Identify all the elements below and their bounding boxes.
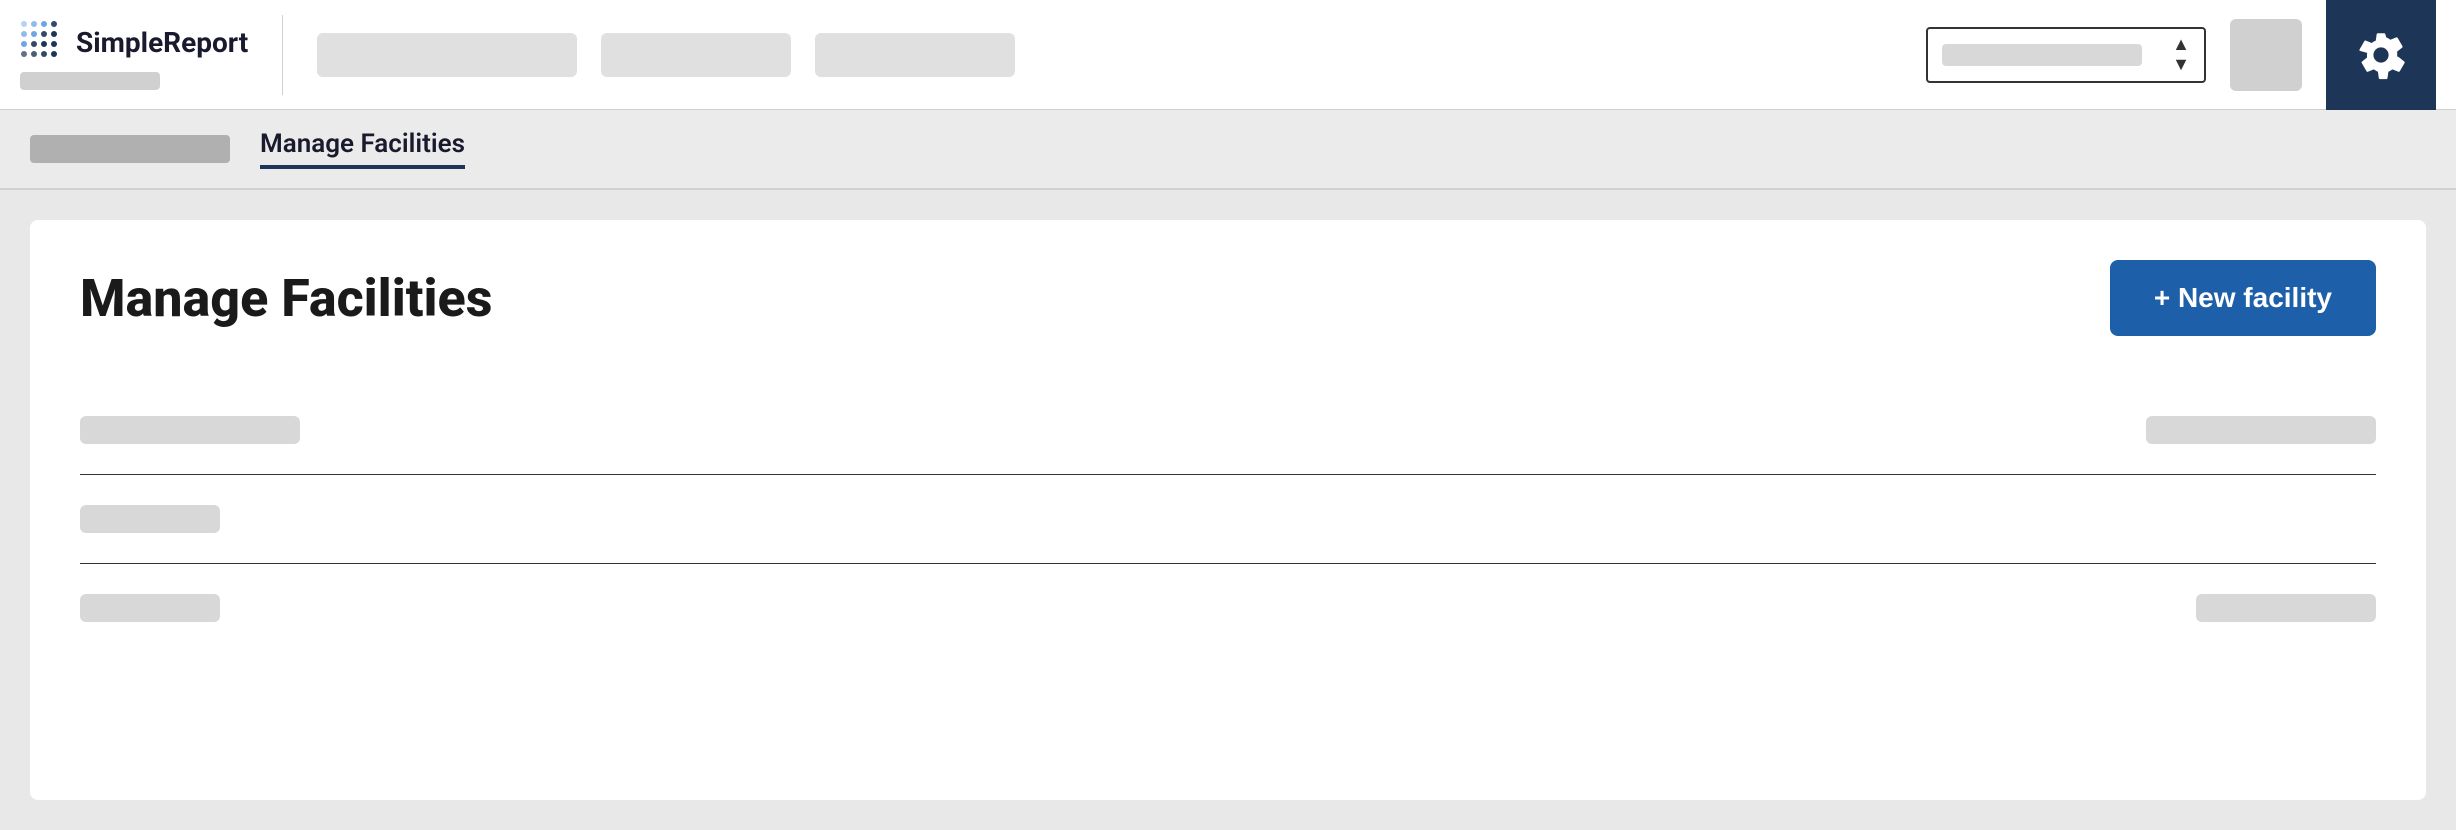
facility-action-skeleton (2196, 594, 2376, 622)
facility-row-left (80, 416, 300, 444)
nav-item-2[interactable] (601, 33, 791, 77)
facility-name-skeleton (80, 416, 300, 444)
facility-name-skeleton (80, 594, 220, 622)
facility-row-left (80, 505, 220, 533)
facility-row[interactable] (80, 564, 2376, 652)
facility-list (80, 386, 2376, 652)
page-title: Manage Facilities (80, 268, 492, 329)
facility-action-skeleton (2146, 416, 2376, 444)
logo-title: SimpleReport (20, 20, 248, 66)
sub-nav: Manage Facilities (0, 110, 2456, 190)
nav-item-1[interactable] (317, 33, 577, 77)
facility-row-left (80, 594, 220, 622)
app-name: SimpleReport (76, 26, 248, 59)
main-content: Manage Facilities + New facility (0, 190, 2456, 830)
nav-item-3[interactable] (815, 33, 1015, 77)
content-card: Manage Facilities + New facility (30, 220, 2426, 800)
user-avatar[interactable] (2230, 19, 2302, 91)
facility-row[interactable] (80, 475, 2376, 564)
tab-manage-facilities[interactable]: Manage Facilities (260, 129, 465, 169)
nav-divider-1 (282, 15, 283, 95)
new-facility-button[interactable]: + New facility (2110, 260, 2376, 336)
logo-icon (20, 20, 66, 66)
settings-button[interactable] (2326, 0, 2436, 110)
top-nav: SimpleReport ▲ ▼ (0, 0, 2456, 110)
sub-nav-back[interactable] (30, 135, 230, 163)
facility-row[interactable] (80, 386, 2376, 475)
org-select-value (1942, 44, 2142, 66)
gear-icon (2355, 29, 2407, 81)
logo-area: SimpleReport (20, 20, 248, 90)
app-subtitle (20, 72, 160, 90)
select-arrows-icon: ▲ ▼ (2172, 36, 2190, 74)
facility-name-skeleton (80, 505, 220, 533)
org-select[interactable]: ▲ ▼ (1926, 27, 2206, 83)
card-header: Manage Facilities + New facility (80, 260, 2376, 336)
